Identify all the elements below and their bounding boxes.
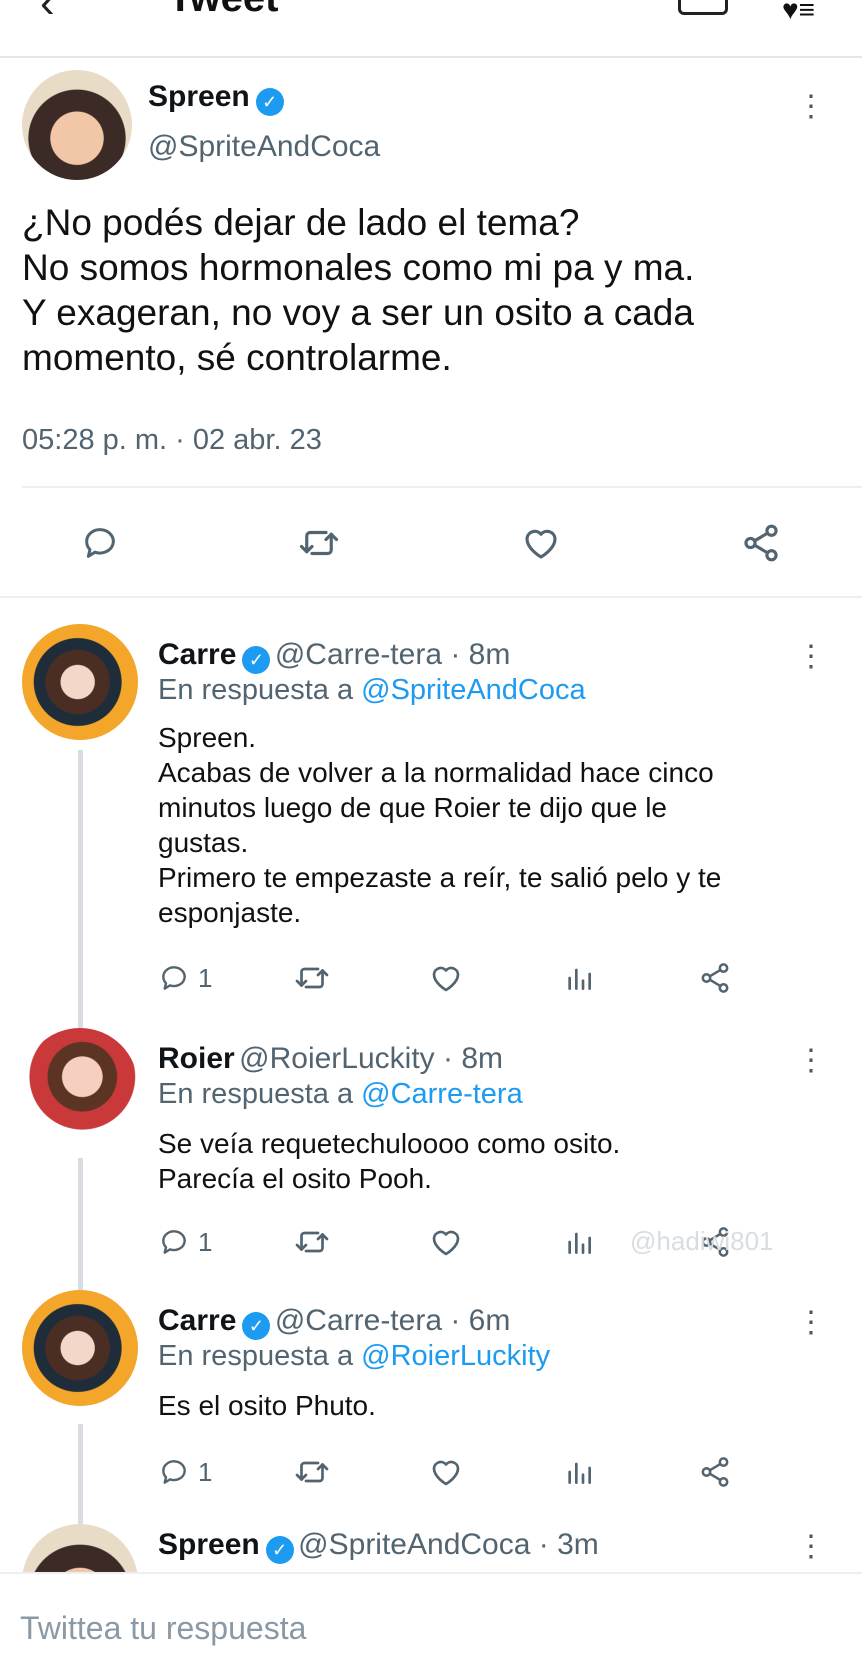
compose-bar[interactable]: Twittea tu respuesta — [0, 1572, 862, 1677]
author-name[interactable]: Spreen — [158, 1528, 260, 1561]
mention-link[interactable]: @RoierLuckity — [361, 1340, 550, 1372]
reply-text-line: Se veía requetechuloooo como osito. — [158, 1128, 621, 1159]
avatar[interactable] — [22, 624, 138, 740]
reply-icon — [162, 966, 186, 990]
like-icon[interactable] — [516, 518, 566, 568]
tweet-timestamp[interactable]: 05:28 p. m. · 02 abr. 23 — [22, 424, 322, 457]
reply-text-line: Acabas de volver a la normalidad hace ci… — [158, 757, 714, 788]
like-icon[interactable] — [428, 958, 464, 998]
author-name[interactable]: Roier — [158, 1042, 235, 1075]
watermark: @hadiwi801 — [630, 1226, 774, 1256]
analytics-icon[interactable] — [563, 1222, 595, 1262]
reply-header: Spreen ✓ @SpriteAndCoca · 3m — [158, 1528, 599, 1564]
reply-header: Carre ✓ @Carre-tera · 6m — [158, 1304, 510, 1340]
author-handle-time[interactable]: @SpriteAndCoca · 3m — [298, 1528, 599, 1561]
verified-badge-icon: ✓ — [242, 1311, 271, 1340]
author-handle[interactable]: @SpriteAndCoca — [148, 130, 380, 164]
reply-actions: 1 — [158, 958, 788, 998]
retweet-icon[interactable] — [294, 1452, 330, 1492]
author-handle-time[interactable]: @Carre-tera · 8m — [275, 638, 511, 671]
reply-context-label: En respuesta a — [158, 1340, 362, 1372]
divider — [0, 596, 862, 598]
reply-button[interactable]: 1 — [158, 958, 212, 998]
reply-context-label: En respuesta a — [158, 1078, 362, 1110]
author-line: Spreen ✓ — [148, 80, 284, 116]
list-icon[interactable]: ♥≡ — [782, 0, 815, 26]
reply-actions: 1 — [158, 1452, 788, 1492]
back-arrow-icon[interactable]: ‹ — [40, 0, 55, 28]
divider — [22, 486, 862, 488]
retweet-icon[interactable] — [294, 1222, 330, 1262]
reply-text-line: Primero te empezaste a reír, te salió pe… — [158, 862, 722, 893]
author-handle-time[interactable]: @RoierLuckity · 8m — [239, 1042, 503, 1075]
more-options-icon[interactable]: ⋮ — [796, 642, 826, 672]
avatar[interactable] — [22, 1290, 138, 1406]
share-icon[interactable] — [698, 958, 732, 998]
analytics-icon[interactable] — [563, 1452, 595, 1492]
author-handle-time[interactable]: @Carre-tera · 6m — [275, 1304, 511, 1337]
tweet-text-line: ¿No podés dejar de lado el tema? — [22, 202, 580, 243]
reply-text: Se veía requetechuloooo como osito. Pare… — [158, 1126, 838, 1196]
reply-text: Spreen. Acabas de volver a la normalidad… — [158, 720, 838, 930]
analytics-icon[interactable] — [563, 958, 595, 998]
top-bar: ‹ Tweet ♥≡ — [0, 0, 862, 58]
thread-line — [78, 750, 83, 1032]
reply-header: Carre ✓ @Carre-tera · 8m — [158, 638, 510, 674]
more-options-icon[interactable]: ⋮ — [796, 1046, 826, 1076]
more-options-icon[interactable]: ⋮ — [796, 92, 826, 122]
retweet-icon[interactable] — [294, 518, 344, 568]
avatar[interactable] — [22, 70, 132, 180]
avatar[interactable] — [22, 1524, 138, 1572]
thread-line — [78, 1158, 83, 1296]
reply-text-line: Es el osito Phuto. — [158, 1390, 376, 1421]
reply-text-line: esponjaste. — [158, 897, 302, 928]
page-title: Tweet — [168, 0, 278, 21]
reply-context: En respuesta a @RoierLuckity — [158, 1340, 550, 1373]
reply-button[interactable]: 1 — [158, 1452, 212, 1492]
reply-text-line: minutos luego de que Roier te dijo que l… — [158, 792, 668, 823]
reply-icon — [162, 1460, 186, 1484]
reply-tweet[interactable]: Spreen ✓ @SpriteAndCoca · 3m ⋮ — [0, 1516, 862, 1572]
tweet-text-line: No somos hormonales como mi pa y ma. — [22, 247, 695, 288]
verified-badge-icon: ✓ — [242, 645, 271, 674]
like-icon[interactable] — [428, 1452, 464, 1492]
more-options-icon[interactable]: ⋮ — [796, 1308, 826, 1338]
reply-count: 1 — [198, 1226, 213, 1257]
author-name[interactable]: Carre — [158, 638, 236, 671]
reply-icon[interactable] — [75, 518, 125, 568]
thread-line — [78, 1424, 83, 1524]
more-options-icon[interactable]: ⋮ — [796, 1532, 826, 1562]
share-icon[interactable] — [698, 1452, 732, 1492]
reply-button[interactable]: 1 — [158, 1222, 212, 1262]
reply-context: En respuesta a @Carre-tera — [158, 1078, 523, 1111]
tweet-text-line: Y exageran, no voy a ser un osito a cada — [22, 292, 694, 333]
tweet-actions — [0, 518, 862, 568]
reply-input[interactable]: Twittea tu respuesta — [20, 1610, 306, 1647]
like-icon[interactable] — [428, 1222, 464, 1262]
tweet-text-line: momento, sé controlarme. — [22, 337, 452, 378]
author-name[interactable]: Carre — [158, 1304, 236, 1337]
tweet-text: ¿No podés dejar de lado el tema? No somo… — [22, 200, 822, 380]
reply-context-label: En respuesta a — [158, 674, 362, 706]
reply-icon — [162, 1230, 186, 1254]
retweet-icon[interactable] — [294, 958, 330, 998]
reply-text: Es el osito Phuto. — [158, 1388, 838, 1423]
share-icon[interactable] — [736, 518, 786, 568]
reply-text-line: gustas. — [158, 827, 249, 858]
reply-count: 1 — [198, 1456, 213, 1487]
verified-badge-icon: ✓ — [265, 1535, 294, 1564]
mention-link[interactable]: @SpriteAndCoca — [361, 674, 586, 706]
verified-badge-icon: ✓ — [255, 87, 284, 116]
mention-link[interactable]: @Carre-tera — [361, 1078, 523, 1110]
media-icon[interactable] — [678, 0, 728, 15]
avatar[interactable] — [22, 1028, 138, 1144]
author-name[interactable]: Spreen — [148, 80, 250, 113]
reply-context: En respuesta a @SpriteAndCoca — [158, 674, 586, 707]
reply-text-line: Parecía el osito Pooh. — [158, 1163, 432, 1194]
reply-count: 1 — [198, 962, 213, 993]
reply-text-line: Spreen. — [158, 722, 257, 753]
reply-header: Roier @RoierLuckity · 8m — [158, 1042, 503, 1076]
